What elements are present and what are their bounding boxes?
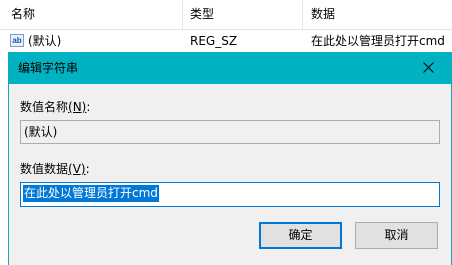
- dialog-title: 编辑字符串: [18, 61, 79, 75]
- edit-string-dialog: 编辑字符串 数值名称(N): (默认) 数值数据(V): 在此处以管理员打开cm…: [8, 52, 452, 265]
- value-name-cell: (默认): [28, 34, 62, 48]
- value-data-selected-text[interactable]: 在此处以管理员打开cmd: [23, 185, 159, 202]
- list-item[interactable]: ab (默认) REG_SZ 在此处以管理员打开cmd: [0, 30, 452, 52]
- value-name-label: 数值名称(N):: [20, 98, 90, 115]
- column-header-data[interactable]: 数据: [311, 0, 335, 29]
- value-name-accelerator: (N): [68, 100, 87, 114]
- value-name-field: (默认): [20, 120, 440, 144]
- list-header: 名称 类型 数据: [0, 0, 452, 30]
- value-data-cell: 在此处以管理员打开cmd: [311, 34, 445, 48]
- dialog-title-bar[interactable]: 编辑字符串: [9, 52, 451, 84]
- column-header-name[interactable]: 名称: [11, 0, 35, 29]
- column-divider[interactable]: [302, 0, 303, 29]
- value-data-label-colon: :: [85, 162, 90, 176]
- value-name-label-colon: :: [86, 100, 91, 114]
- column-header-type[interactable]: 类型: [190, 0, 214, 29]
- value-data-accelerator: (V): [68, 162, 86, 176]
- value-data-label-text: 数值数据: [20, 162, 69, 176]
- close-button[interactable]: [405, 52, 451, 84]
- registry-string-icon: ab: [10, 34, 24, 47]
- column-divider[interactable]: [182, 0, 183, 29]
- value-data-input[interactable]: 在此处以管理员打开cmd: [20, 182, 440, 207]
- value-type-cell: REG_SZ: [190, 34, 238, 48]
- close-icon: [422, 61, 434, 73]
- cancel-button[interactable]: 取消: [355, 222, 438, 249]
- value-name-label-text: 数值名称: [20, 100, 69, 114]
- value-data-label: 数值数据(V):: [20, 160, 90, 177]
- ok-button[interactable]: 确定: [259, 222, 342, 249]
